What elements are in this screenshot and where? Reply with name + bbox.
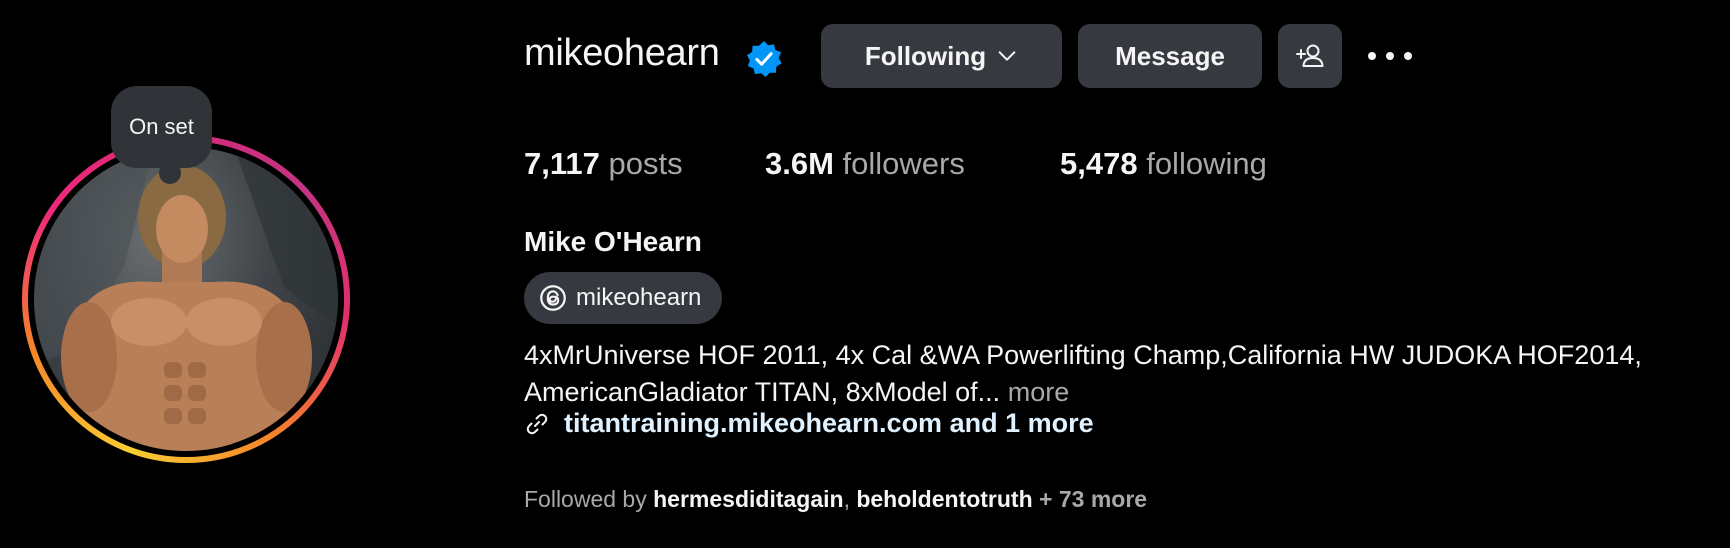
followed-by-user-1[interactable]: hermesdiditagain [653, 486, 843, 512]
verified-badge-icon [746, 40, 782, 78]
suggested-users-button[interactable] [1278, 24, 1342, 88]
followed-by-more[interactable]: + 73 more [1039, 486, 1147, 512]
add-user-icon [1296, 44, 1324, 67]
avatar[interactable] [34, 147, 338, 451]
posts-count: 7,117 [524, 146, 600, 181]
profile-avatar-container[interactable] [22, 135, 350, 463]
bio: 4xMrUniverse HOF 2011, 4x Cal &WA Powerl… [524, 337, 1714, 411]
chevron-down-icon [998, 51, 1016, 61]
following-label: following [1146, 146, 1267, 181]
followers-stat[interactable]: 3.6M followers [765, 146, 965, 182]
note-text: On set [129, 114, 194, 139]
full-name: Mike O'Hearn [524, 226, 702, 257]
username: mikeohearn [524, 32, 720, 74]
following-button[interactable]: Following [821, 24, 1062, 88]
posts-label: posts [608, 146, 683, 181]
posts-stat: 7,117 posts [524, 146, 683, 182]
followers-count: 3.6M [765, 146, 834, 181]
followed-by-prefix: Followed by [524, 486, 647, 512]
followed-by[interactable]: Followed by hermesdiditagain, beholdento… [524, 486, 1147, 513]
following-stat[interactable]: 5,478 following [1060, 146, 1267, 182]
followed-by-separator: , [843, 486, 850, 512]
threads-icon [540, 285, 566, 311]
followed-by-user-2[interactable]: beholdentotruth [856, 486, 1032, 512]
followers-label: followers [842, 146, 965, 181]
note-bubble[interactable]: On set [111, 86, 212, 184]
following-button-label: Following [864, 40, 987, 71]
more-horizontal-icon [1368, 52, 1376, 60]
message-button-label: Message [1115, 40, 1225, 71]
external-link[interactable]: titantraining.mikeohearn.com and 1 more [564, 408, 1094, 439]
bio-text: 4xMrUniverse HOF 2011, 4x Cal &WA Powerl… [524, 340, 1642, 407]
link-icon [526, 413, 548, 434]
more-options-button[interactable] [1368, 38, 1412, 74]
bio-more-link[interactable]: more [1008, 377, 1070, 407]
message-button[interactable]: Message [1078, 24, 1262, 88]
avatar-photo [34, 147, 338, 451]
threads-badge[interactable]: mikeohearn [524, 272, 722, 324]
external-link-row[interactable]: titantraining.mikeohearn.com and 1 more [524, 408, 1094, 439]
threads-handle: mikeohearn [576, 284, 702, 311]
following-count: 5,478 [1060, 146, 1138, 181]
